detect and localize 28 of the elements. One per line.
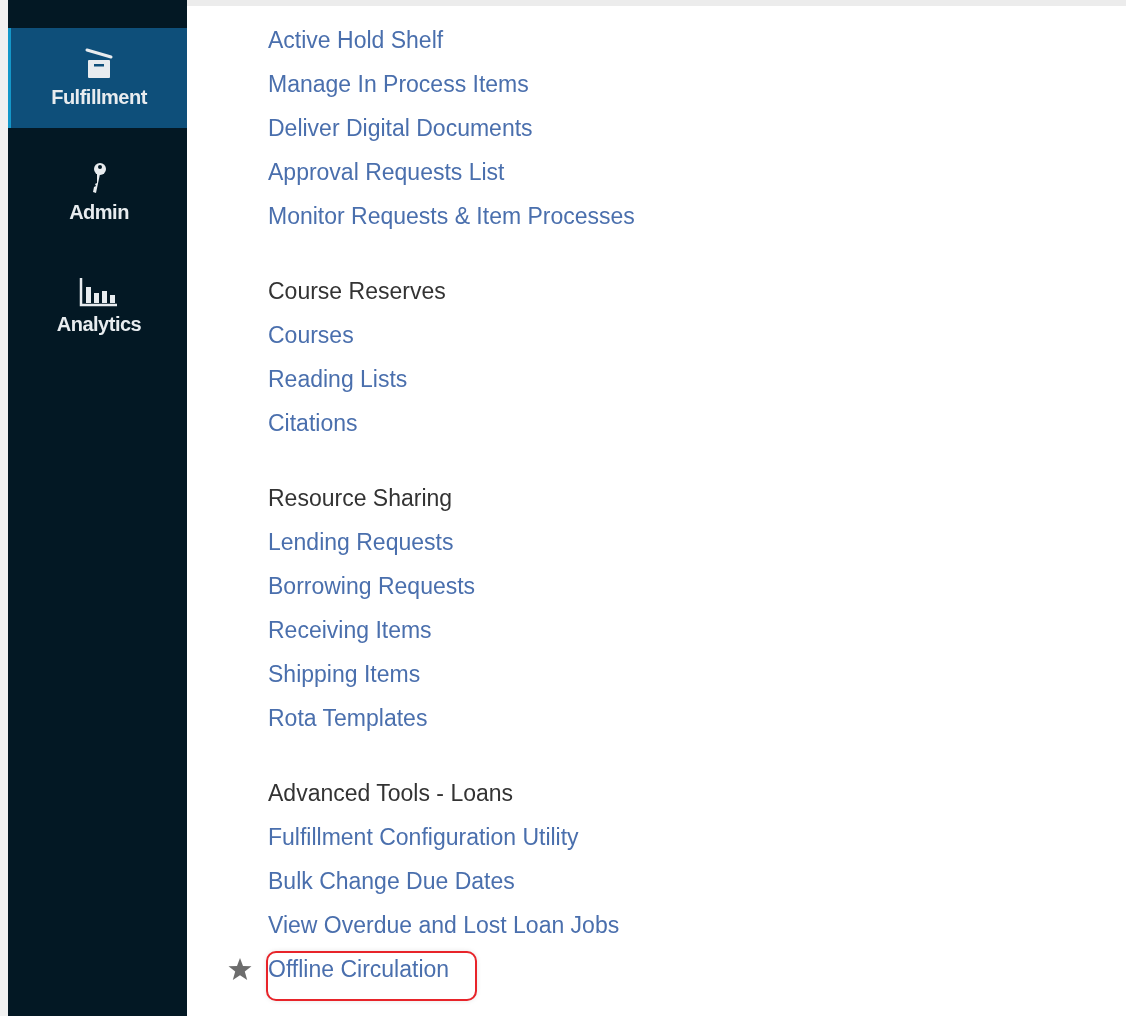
section-heading: Course Reserves	[268, 277, 447, 306]
menu-link[interactable]: Courses	[268, 319, 354, 351]
menu-link[interactable]: Bulk Change Due Dates	[268, 865, 515, 897]
menu-link[interactable]: Borrowing Requests	[268, 570, 476, 602]
nav-item[interactable]: Admin	[8, 142, 187, 242]
nav-label: Admin	[69, 200, 129, 224]
menu-link[interactable]: Approval Requests List	[268, 156, 505, 188]
bar-chart-icon	[79, 276, 119, 307]
menu-link[interactable]: Citations	[268, 407, 358, 439]
section-heading: Resource Sharing	[268, 484, 454, 513]
menu-link[interactable]: Shipping Items	[268, 658, 421, 690]
nav-item[interactable]: Fulfillment	[8, 28, 187, 128]
menu-link[interactable]: Monitor Requests & Item Processes	[268, 200, 635, 232]
nav-item[interactable]: Analytics	[8, 256, 187, 356]
nav-label: Analytics	[56, 312, 142, 336]
star-icon[interactable]	[228, 957, 252, 981]
menu-link[interactable]: Offline Circulation	[268, 953, 476, 999]
menu-link[interactable]: View Overdue and Lost Loan Jobs	[268, 909, 620, 941]
menu-link[interactable]: Receiving Items	[268, 614, 432, 646]
section-heading: Advanced Tools - Loans	[268, 779, 515, 808]
menu-link[interactable]: Lending Requests	[268, 526, 454, 558]
menu-link[interactable]: Reading Lists	[268, 363, 408, 395]
menu-link[interactable]: Active Hold Shelf	[268, 24, 444, 56]
menu-link[interactable]: Manage In Process Items	[268, 68, 529, 100]
menu-link[interactable]: Rota Templates	[268, 702, 428, 734]
menu-link[interactable]: Deliver Digital Documents	[268, 112, 533, 144]
nav-label: Fulfillment	[51, 85, 147, 109]
menu-link[interactable]: Fulfillment Configuration Utility	[268, 821, 579, 853]
